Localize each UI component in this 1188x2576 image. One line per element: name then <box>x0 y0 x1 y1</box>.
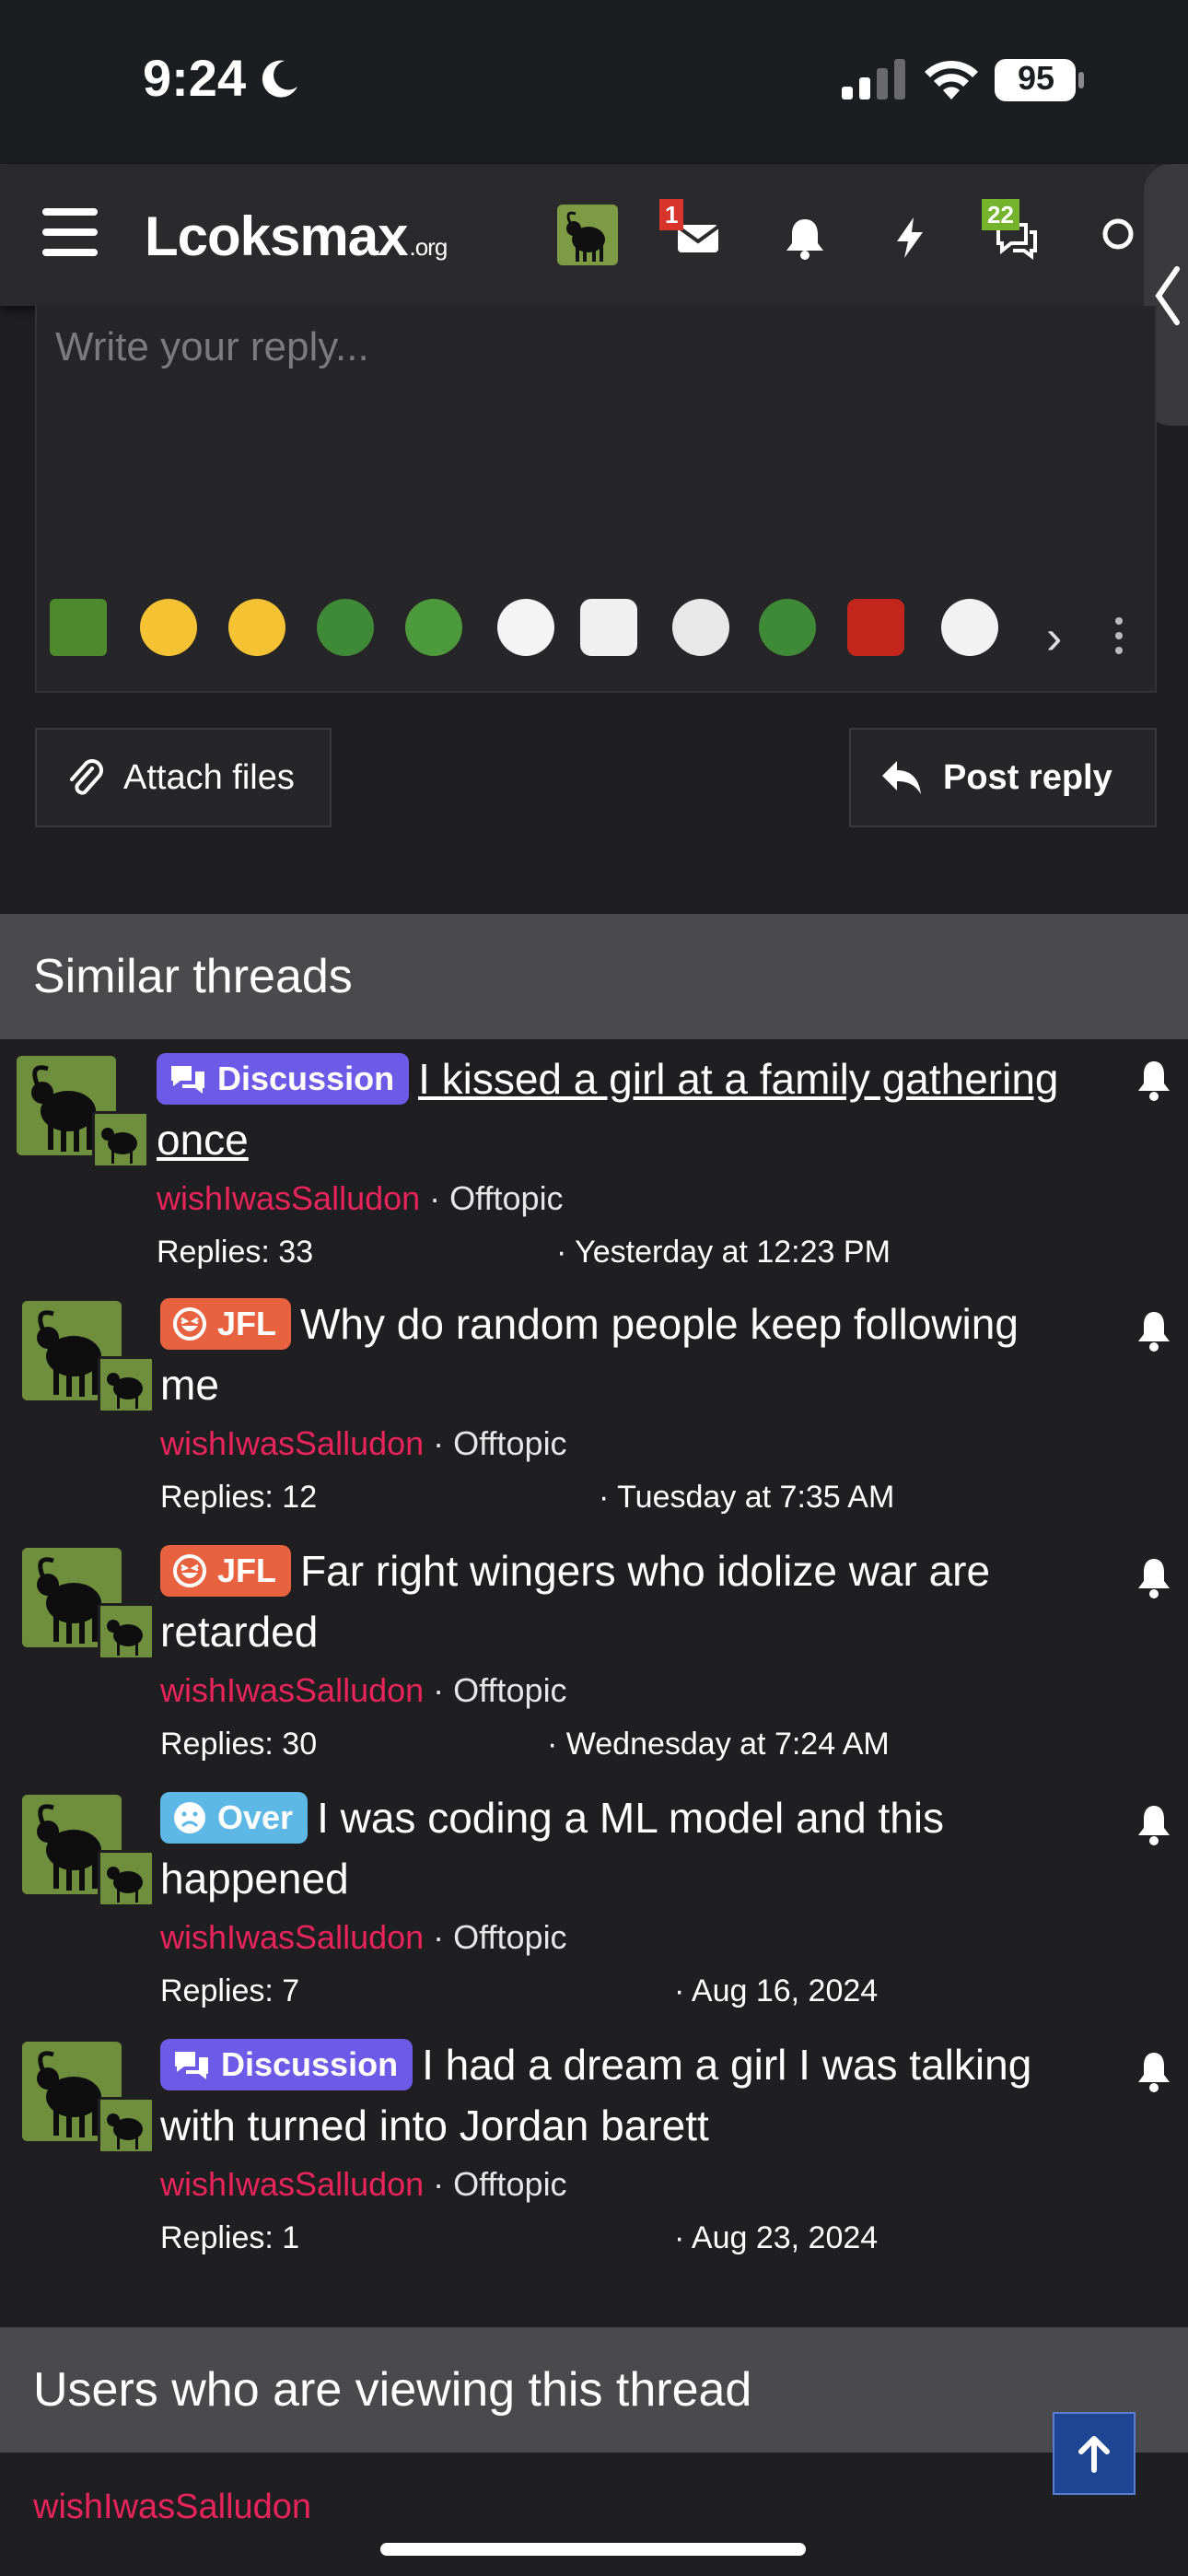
bell-icon[interactable] <box>1135 1804 1173 1846</box>
battery-percentage: 95 <box>1017 59 1055 97</box>
thread-author[interactable]: wishIwasSalludon <box>157 1179 420 1217</box>
status-time: 9:24 <box>143 49 247 107</box>
paperclip-icon <box>70 759 103 795</box>
status-bar: 9:24 95 <box>0 0 1188 164</box>
top-navigation-bar: Lcoksmax.org 1 22 <box>0 164 1188 306</box>
site-logo[interactable]: Lcoksmax.org <box>145 205 448 268</box>
similar-threads-header: Similar threads <box>0 914 1188 1039</box>
emoji-pepe-happy[interactable] <box>405 599 462 656</box>
scroll-to-top-button[interactable] <box>1053 2412 1136 2495</box>
thread-replies: Replies: 12 <box>160 1480 318 1515</box>
thread-meta: wishIwasSalludon · Offtopic <box>157 1179 564 1218</box>
viewers-header: Users who are viewing this thread <box>0 2327 1188 2453</box>
arrow-up-icon <box>1078 2436 1110 2473</box>
user-avatar[interactable] <box>557 205 618 265</box>
prefix-badge[interactable]: JFL <box>160 1298 292 1350</box>
similar-threads-title: Similar threads <box>33 950 353 1003</box>
thread-author[interactable]: wishIwasSalludon <box>160 1671 424 1709</box>
thread-last-poster-avatar[interactable] <box>98 1603 155 1660</box>
lightning-icon[interactable] <box>884 212 936 263</box>
viewers-title: Users who are viewing this thread <box>33 2363 752 2417</box>
conversations-badge: 22 <box>982 199 1019 230</box>
thread-replies: Replies: 33 <box>157 1235 314 1270</box>
emoji-next-chevron-icon[interactable]: › <box>1046 610 1062 665</box>
attach-files-label: Attach files <box>123 757 295 797</box>
bell-icon[interactable] <box>1135 1557 1173 1599</box>
moon-icon <box>262 60 297 98</box>
thread-meta: wishIwasSalludon · Offtopic <box>160 1671 567 1710</box>
thread-title[interactable]: Discussion I kissed a girl at a family ga… <box>157 1048 1077 1170</box>
post-reply-button[interactable]: Post reply <box>849 728 1157 827</box>
search-icon[interactable] <box>1094 212 1146 263</box>
emoji-pepe-angry[interactable] <box>50 599 107 656</box>
viewer-username[interactable]: wishIwasSalludon <box>33 2488 311 2527</box>
bell-icon[interactable] <box>1135 1310 1173 1352</box>
attach-files-button[interactable]: Attach files <box>35 728 332 827</box>
thread-replies: Replies: 30 <box>160 1727 318 1762</box>
thread-last-post-date[interactable]: · Tuesday at 7:35 AM <box>599 1480 894 1516</box>
prefix-badge[interactable]: JFL <box>160 1545 292 1597</box>
bell-icon[interactable] <box>1135 2051 1173 2093</box>
thread-last-post-date[interactable]: · Aug 16, 2024 <box>674 1973 878 2009</box>
thread-meta: wishIwasSalludon · Offtopic <box>160 1918 567 1957</box>
emoji-wojak-glasses[interactable] <box>497 599 554 656</box>
thread-title[interactable]: Discussion I had a dream a girl I was tal… <box>160 2034 1081 2156</box>
laughing-face-icon <box>173 1307 206 1341</box>
home-indicator <box>380 2543 806 2556</box>
chat-bubbles-icon <box>175 2052 208 2079</box>
thread-forum[interactable]: · Offtopic <box>433 2165 566 2203</box>
laughing-face-icon <box>173 1554 206 1587</box>
thread-title[interactable]: Over I was coding a ML model and this hap… <box>160 1787 1081 1909</box>
thread-forum[interactable]: · Offtopic <box>429 1179 563 1217</box>
bell-icon[interactable] <box>1135 1060 1173 1102</box>
thread-author[interactable]: wishIwasSalludon <box>160 1424 424 1462</box>
prefix-badge[interactable]: Discussion <box>160 2039 413 2090</box>
thread-title[interactable]: JFL Far right wingers who idolize war are… <box>160 1540 1081 1662</box>
emoji-pepe-red[interactable] <box>847 599 904 656</box>
emoji-laughing-crying[interactable] <box>140 599 197 656</box>
post-reply-label: Post reply <box>943 757 1112 797</box>
thread-title[interactable]: JFL Why do random people keep following m… <box>160 1294 1081 1415</box>
thread-last-post-date[interactable]: · Yesterday at 12:23 PM <box>556 1235 891 1270</box>
thread-meta: wishIwasSalludon · Offtopic <box>160 1424 567 1463</box>
cellular-signal-icon <box>842 59 905 100</box>
thread-replies: Replies: 1 <box>160 2220 300 2255</box>
chat-bubbles-icon <box>171 1066 204 1094</box>
thread-last-post-date[interactable]: · Aug 23, 2024 <box>674 2220 878 2256</box>
prefix-badge[interactable]: Over <box>160 1792 309 1844</box>
thread-author[interactable]: wishIwasSalludon <box>160 2165 424 2203</box>
thread-forum[interactable]: · Offtopic <box>433 1424 566 1462</box>
emoji-pepe-grin[interactable] <box>317 599 374 656</box>
bell-icon[interactable] <box>779 212 831 263</box>
thread-last-poster-avatar[interactable] <box>92 1111 149 1168</box>
thread-last-poster-avatar[interactable] <box>98 1356 155 1413</box>
menu-icon[interactable] <box>42 208 98 260</box>
emoji-chad[interactable] <box>580 599 637 656</box>
messages-badge: 1 <box>659 199 684 230</box>
thread-forum[interactable]: · Offtopic <box>433 1918 566 1956</box>
thread-last-poster-avatar[interactable] <box>98 1850 155 1907</box>
reply-placeholder: Write your reply... <box>55 324 369 369</box>
thread-replies: Replies: 7 <box>160 1973 300 2008</box>
thread-forum[interactable]: · Offtopic <box>433 1671 566 1709</box>
prefix-badge[interactable]: Discussion <box>157 1053 410 1105</box>
emoji-grinning[interactable] <box>228 599 285 656</box>
emoji-pepe-smug[interactable] <box>759 599 816 656</box>
emoji-wojak-sad[interactable] <box>941 599 998 656</box>
thread-author[interactable]: wishIwasSalludon <box>160 1918 424 1956</box>
sad-face-icon <box>174 1802 205 1833</box>
thread-last-poster-avatar[interactable] <box>98 2097 155 2154</box>
emoji-wojak-crying[interactable] <box>672 599 729 656</box>
thread-last-post-date[interactable]: · Wednesday at 7:24 AM <box>547 1727 890 1762</box>
more-options-icon[interactable] <box>1112 615 1125 656</box>
wifi-icon <box>925 60 978 100</box>
reply-arrow-icon <box>882 761 921 794</box>
thread-meta: wishIwasSalludon · Offtopic <box>160 2165 567 2204</box>
